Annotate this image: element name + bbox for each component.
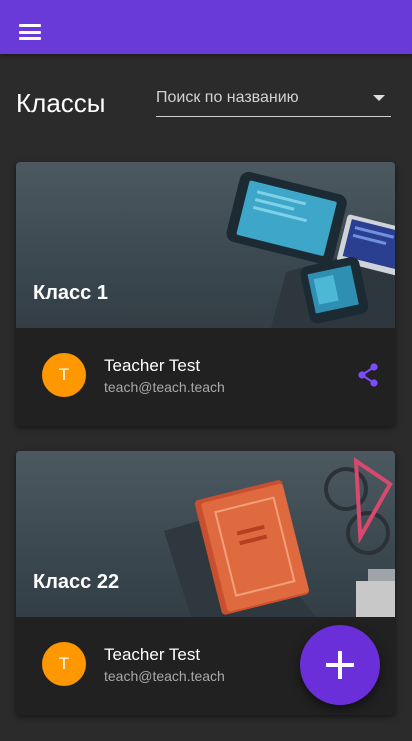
share-button[interactable]: [355, 362, 381, 388]
menu-button[interactable]: [10, 12, 50, 52]
teacher-email: teach@teach.teach: [104, 668, 225, 684]
search-by-name-select[interactable]: Поиск по названию: [156, 84, 391, 117]
class-card-banner[interactable]: Класс 22: [16, 451, 395, 617]
teacher-avatar: T: [42, 353, 86, 397]
search-placeholder: Поиск по названию: [156, 89, 299, 106]
app-bar: [0, 0, 412, 54]
teacher-avatar: T: [42, 642, 86, 686]
teacher-name: Teacher Test: [104, 356, 201, 375]
teacher-name: Teacher Test: [104, 645, 201, 664]
add-class-button[interactable]: [300, 625, 380, 705]
class-title: Класс 1: [33, 282, 108, 304]
page-header: Классы Поиск по названию: [0, 54, 412, 154]
class-title: Класс 22: [33, 571, 120, 593]
page-title: Классы: [16, 88, 106, 118]
class-card-banner[interactable]: Класс 1: [16, 162, 395, 328]
share-icon: [358, 363, 378, 387]
teacher-email: teach@teach.teach: [104, 379, 225, 395]
class-card[interactable]: Класс 1 T Teacher Test teach@teach.teach: [16, 162, 395, 426]
add-icon: [326, 651, 354, 679]
class-card-footer: T Teacher Test teach@teach.teach: [16, 328, 395, 426]
dropdown-arrow-icon: [373, 95, 385, 101]
menu-icon: [19, 24, 41, 40]
